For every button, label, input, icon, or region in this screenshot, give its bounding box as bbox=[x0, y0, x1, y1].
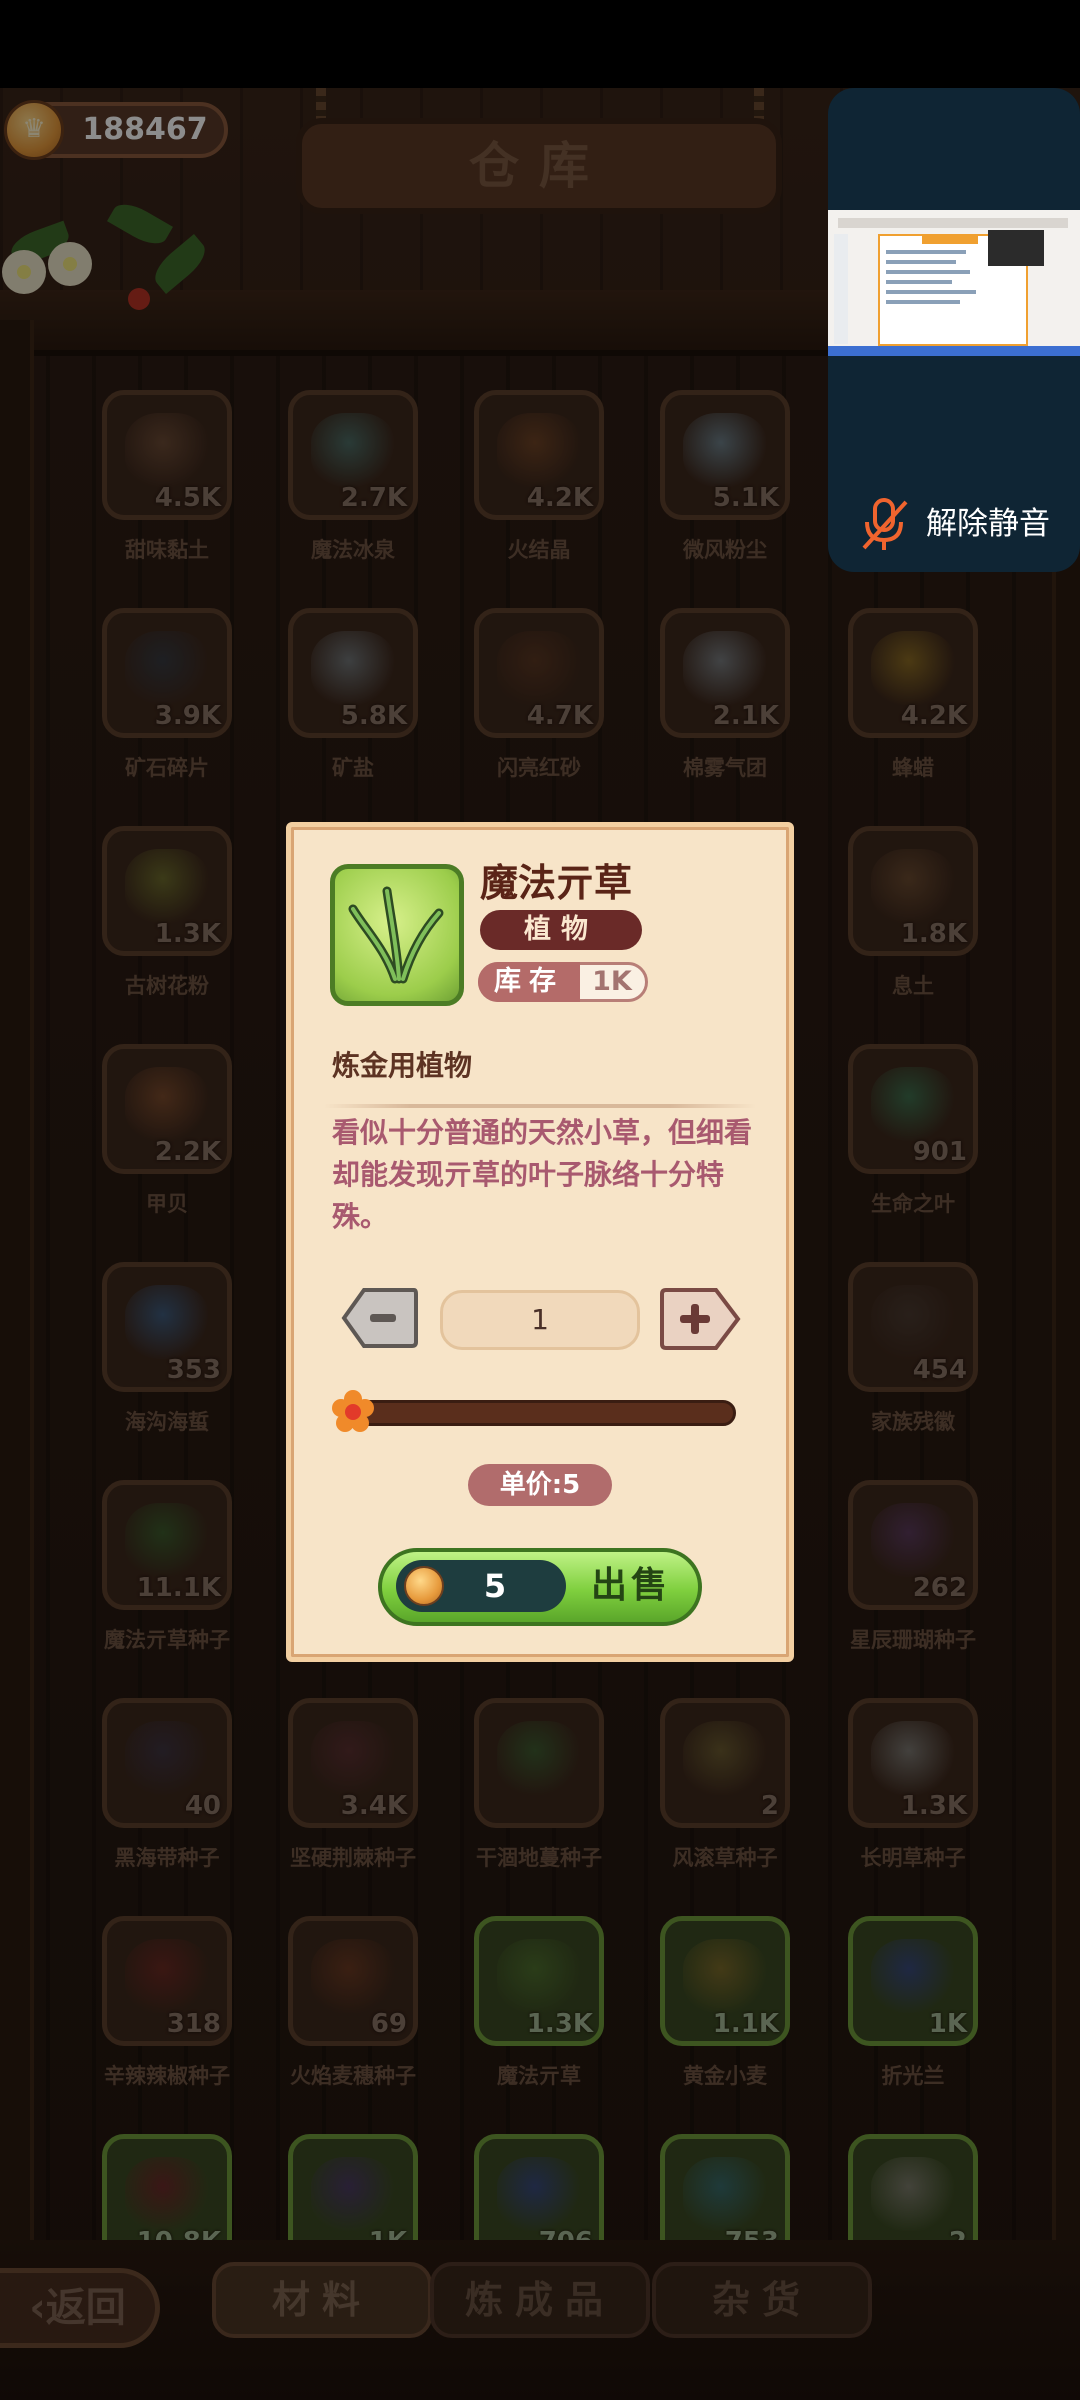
decrease-button[interactable] bbox=[338, 1286, 420, 1350]
sell-price: 5 bbox=[483, 1567, 507, 1605]
stock-label: 库存 bbox=[478, 962, 580, 1002]
unmute-button[interactable]: 解除静音 bbox=[926, 502, 1076, 546]
status-bar bbox=[0, 0, 1080, 88]
divider bbox=[324, 1104, 756, 1108]
increase-button[interactable] bbox=[658, 1286, 742, 1352]
stock-value: 1K bbox=[592, 966, 632, 997]
shared-screen-preview bbox=[828, 210, 1080, 356]
sell-label: 出售 bbox=[590, 1565, 671, 1606]
description-title: 炼金用植物 bbox=[332, 1049, 473, 1082]
minus-icon bbox=[370, 1314, 396, 1322]
category-badge: 植物 bbox=[480, 910, 642, 950]
slider-handle-flower-icon[interactable] bbox=[330, 1390, 376, 1434]
mic-muted-icon bbox=[862, 498, 908, 550]
grass-item-icon bbox=[330, 864, 464, 1006]
item-name: 魔法亓草 bbox=[480, 861, 633, 905]
unit-price: 单价:5 bbox=[468, 1464, 612, 1506]
item-description: 看似十分普通的天然小草，但细看却能发现亓草的叶子脉络十分特殊。 bbox=[332, 1116, 753, 1233]
quantity-input[interactable]: 1 bbox=[440, 1290, 640, 1350]
coin-icon bbox=[404, 1566, 444, 1606]
quantity-slider[interactable] bbox=[338, 1400, 736, 1426]
